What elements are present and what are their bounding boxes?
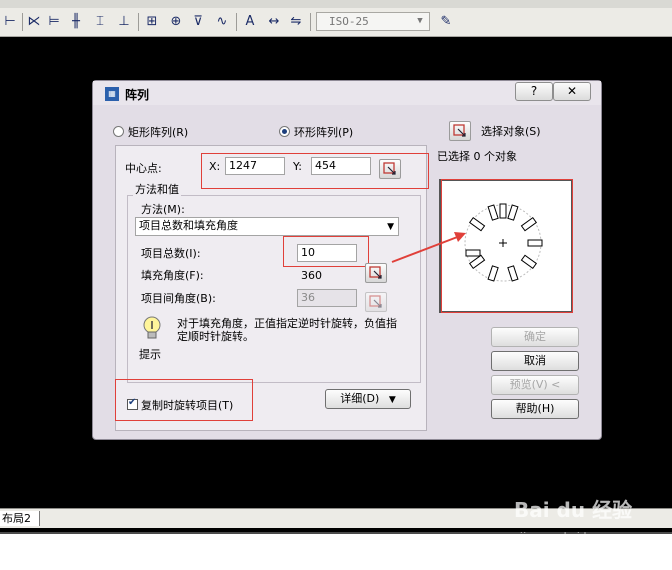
layout-tab[interactable]: 布局2	[0, 511, 40, 526]
annotation-arrow-line	[391, 235, 461, 263]
annotation-arrow	[391, 232, 466, 263]
watermark: Bai du 经验 jingyan.baidu.com	[514, 494, 654, 550]
watermark-text: Bai du 经验	[514, 498, 633, 522]
watermark-sub: jingyan.baidu.com	[520, 532, 621, 542]
